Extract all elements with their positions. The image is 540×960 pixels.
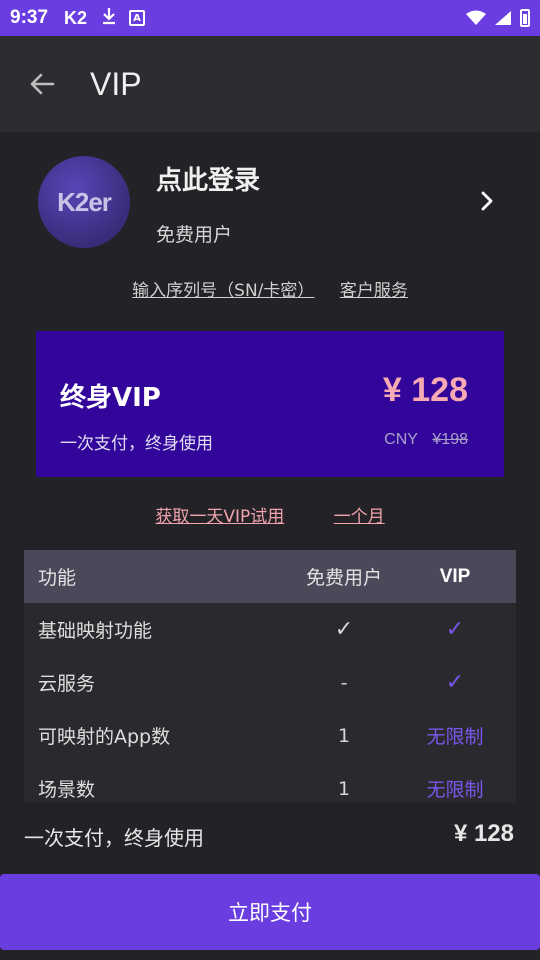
header-feature: 功能 [38,567,77,589]
feature-name: 可映射的App数 [38,726,171,748]
trial-links: 获取一天VIP试用 一个月 [0,502,540,527]
one-day-trial-link[interactable]: 获取一天VIP试用 [155,507,284,527]
total-label: 一次支付，终身使用 [24,826,204,850]
one-month-link[interactable]: 一个月 [334,507,385,527]
vip-value: ✓ [445,617,465,642]
status-right [466,9,530,27]
vip-plan-name: 终身VIP [60,383,161,413]
free-value: 1 [337,777,351,800]
header-vip: VIP [439,565,471,587]
serial-number-link[interactable]: 输入序列号（SN/卡密） [132,281,314,301]
vip-value: ✓ [445,670,465,695]
content-scroll[interactable]: K2er 点此登录 免费用户 输入序列号（SN/卡密） 客户服务 终身VIP 一… [0,132,540,802]
vip-plan-description: 一次支付，终身使用 [60,434,213,454]
status-bar: 9:37 K2 A [0,0,540,36]
signal-icon [495,11,511,25]
download-icon [101,7,117,30]
bottom-bar: 一次支付，终身使用 ¥ 128 立即支付 [0,802,540,960]
total-price: ¥ 128 [453,820,514,847]
vip-value: 无限制 [426,779,484,801]
lifetime-vip-card[interactable]: 终身VIP 一次支付，终身使用 ¥ 128 CNY ¥198 [36,331,504,477]
feature-name: 基础映射功能 [38,620,153,642]
free-value: ✓ [334,617,354,642]
feature-name: 场景数 [38,779,96,801]
app-badge: K2 [64,7,88,28]
table-row: 可映射的App数 1 无限制 [24,709,516,762]
page-title: VIP [90,65,142,102]
avatar-text: K2er [57,186,112,217]
free-value: - [340,671,348,694]
login-label: 点此登录 [156,166,261,196]
account-links: 输入序列号（SN/卡密） 客户服务 [0,276,540,301]
table-header: 功能 免费用户 VIP [24,550,516,603]
original-price: ¥198 [432,431,468,448]
status-time: 9:37 [10,7,49,28]
profile-login-row[interactable]: K2er 点此登录 免费用户 [38,156,508,252]
battery-icon [520,9,530,27]
chevron-right-icon [481,191,493,211]
table-row: 云服务 - ✓ [24,656,516,709]
vip-old-price-row: CNY ¥198 [384,431,468,449]
vip-price: ¥ 128 [382,371,468,409]
currency-label: CNY [384,431,418,448]
a-badge-icon: A [129,10,146,26]
vip-value: 无限制 [426,726,484,748]
feature-name: 云服务 [38,673,96,695]
user-type: 免费用户 [156,224,233,246]
feature-comparison-table: 功能 免费用户 VIP 基础映射功能 ✓ ✓ 云服务 - ✓ 可映射的App数 … [24,550,516,802]
header-free: 免费用户 [305,567,382,589]
wifi-icon [466,10,486,25]
table-row: 基础映射功能 ✓ ✓ [24,603,516,656]
pay-now-button[interactable]: 立即支付 [0,874,540,950]
free-value: 1 [337,724,351,747]
app-bar: VIP [0,36,540,132]
avatar: K2er [38,156,130,248]
table-row: 场景数 1 无限制 [24,762,516,802]
customer-service-link[interactable]: 客户服务 [340,281,408,301]
arrow-left-icon[interactable] [28,70,56,98]
